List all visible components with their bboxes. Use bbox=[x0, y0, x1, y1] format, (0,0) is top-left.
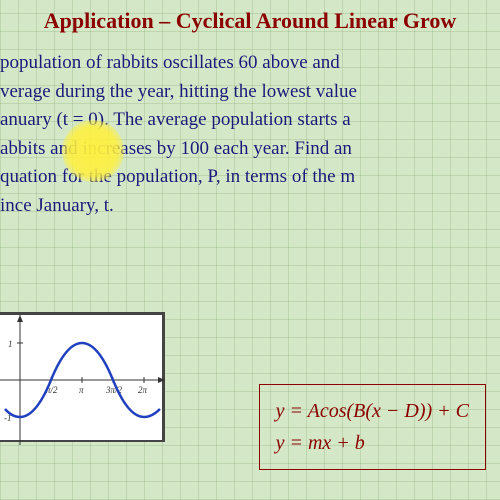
equation-cosine: y = Acos(B(x − D)) + C bbox=[276, 395, 469, 427]
equation-box: y = Acos(B(x − D)) + C y = mx + b bbox=[259, 384, 486, 470]
problem-paragraph: population of rabbits oscillates 60 abov… bbox=[0, 34, 500, 220]
equation-linear: y = mx + b bbox=[276, 427, 469, 459]
cosine-graph: 1 -1 π/2 π 3π/2 2π bbox=[0, 312, 165, 442]
y-tick-1: 1 bbox=[8, 339, 13, 349]
x-tick-2pi: 2π bbox=[138, 385, 148, 395]
x-tick-pi: π bbox=[79, 385, 84, 395]
page-title: Application – Cyclical Around Linear Gro… bbox=[0, 0, 500, 34]
